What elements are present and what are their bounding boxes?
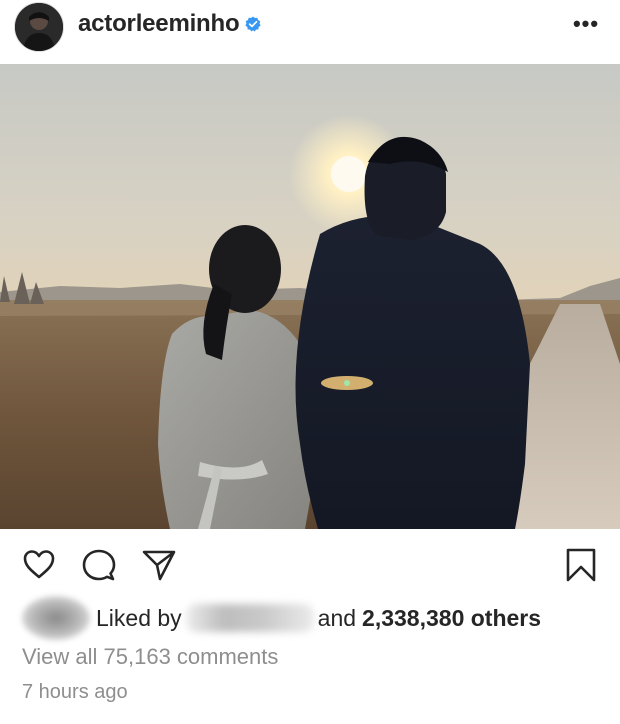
action-bar — [0, 540, 620, 590]
more-options-icon[interactable]: ••• — [570, 12, 602, 36]
likes-and-label: and — [317, 604, 357, 631]
post-timestamp: 7 hours ago — [22, 681, 128, 703]
liked-by-label: Liked by — [96, 604, 182, 631]
verified-badge-icon — [245, 16, 262, 32]
post-header: actorleeminho ••• — [0, 0, 620, 64]
comment-bubble-icon[interactable] — [80, 546, 118, 584]
liker-avatar-blurred — [22, 596, 90, 640]
paper-plane-icon[interactable] — [140, 546, 178, 584]
post-photo[interactable] — [0, 64, 620, 529]
username-link[interactable]: actorleeminho — [78, 10, 240, 38]
profile-avatar[interactable] — [14, 2, 64, 52]
bookmark-icon[interactable] — [562, 546, 600, 584]
username-row: actorleeminho — [78, 8, 262, 40]
likes-summary: Liked by and 2,338,380 others — [22, 594, 602, 642]
heart-icon[interactable] — [20, 546, 58, 584]
view-all-comments-link[interactable]: View all 75,163 comments — [22, 644, 278, 670]
liker-name-blurred — [185, 604, 314, 632]
likes-count-link[interactable]: 2,338,380 others — [362, 605, 541, 632]
